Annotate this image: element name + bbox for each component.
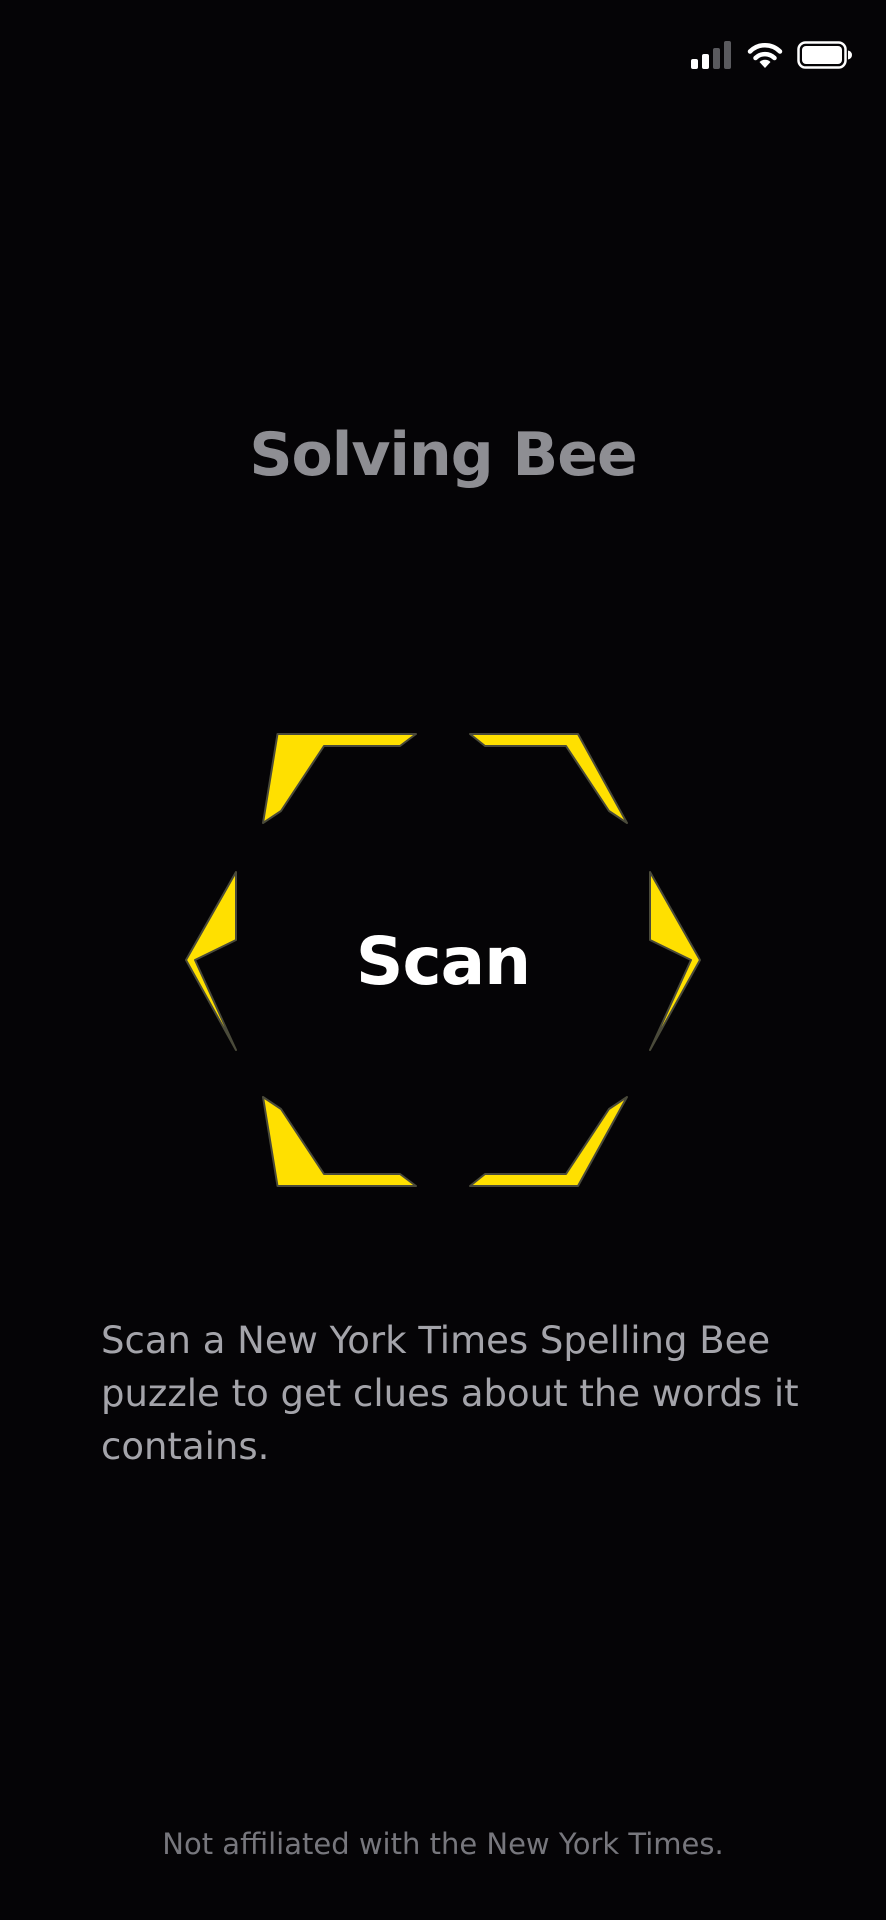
hex-segment-bottom-left [262, 1096, 417, 1187]
cellular-signal-icon [691, 41, 733, 69]
hex-segment-top-right [469, 733, 628, 824]
scan-button-label: Scan [355, 923, 531, 1000]
scan-button[interactable]: Scan [181, 731, 705, 1189]
hex-segment-top-left [262, 733, 417, 824]
app-screen: Solving Bee Scan Scan a New York Times S… [0, 0, 886, 1920]
app-title: Solving Bee [249, 420, 637, 490]
disclaimer-text: Not affiliated with the New York Times. [162, 1827, 724, 1861]
hex-segment-bottom-right [469, 1096, 628, 1187]
description-text: Scan a New York Times Spelling Bee puzzl… [101, 1319, 799, 1468]
wifi-icon [747, 41, 783, 69]
status-icons [691, 40, 853, 70]
status-bar [0, 0, 886, 110]
battery-icon [797, 41, 853, 69]
